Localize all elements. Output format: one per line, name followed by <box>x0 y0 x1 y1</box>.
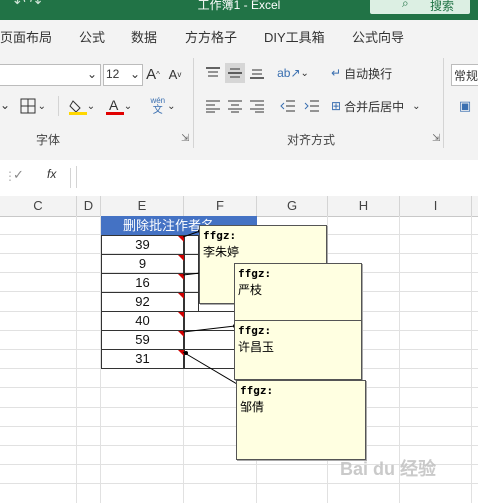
comment-indicator[interactable] <box>178 293 184 299</box>
svg-text:A: A <box>109 97 119 113</box>
comment-box[interactable]: ffgz: 严枝 <box>234 263 362 323</box>
watermark-logo: Bai du 经验 <box>340 459 437 479</box>
comment-text: 邹倩 <box>240 400 265 414</box>
tab-formula-wizard[interactable]: 公式向导 <box>352 27 404 46</box>
column-header-g[interactable]: G <box>257 196 328 216</box>
column-header-d[interactable]: D <box>77 196 101 216</box>
ribbon-tabs: 页面布局 公式 数据 方方格子 DIY工具箱 公式向导 <box>0 20 478 50</box>
tab-data[interactable]: 数据 <box>131 27 157 46</box>
merge-center-label: 合并后居中 <box>344 99 405 114</box>
table-cell-e3[interactable]: 9 <box>101 254 184 274</box>
align-middle-icon[interactable] <box>225 63 245 83</box>
comment-author: ffgz: <box>203 229 237 242</box>
paint-bucket-icon <box>68 100 87 115</box>
comment-box[interactable]: ffgz: 许昌玉 <box>234 320 362 380</box>
number-format-value: 常规 <box>454 69 478 83</box>
search-box[interactable]: ⌕ 搜索 <box>370 0 470 14</box>
chevron-down-icon: ⌄ <box>86 67 97 81</box>
tab-diy-toolbox[interactable]: DIY工具箱 <box>264 27 325 46</box>
font-size-value: 12 <box>106 67 120 81</box>
font-size-dropdown[interactable]: 12 ⌄ <box>103 64 143 86</box>
decrease-font-size-button[interactable]: Av <box>166 64 184 84</box>
table-cell-f5[interactable] <box>184 292 199 312</box>
font-name-dropdown[interactable]: ⌄ <box>0 64 101 86</box>
column-headers: C D E F G H I <box>0 196 478 217</box>
alignment-dialog-launcher-icon[interactable]: ⇲ <box>432 133 440 144</box>
table-cell-f6[interactable] <box>184 311 236 331</box>
comment-text: 李朱婷 <box>203 245 240 259</box>
comment-indicator[interactable] <box>178 255 184 261</box>
table-cell-e8[interactable]: 31 <box>101 349 184 369</box>
column-header-i[interactable]: I <box>400 196 472 216</box>
fill-color-button[interactable]: ⌄ <box>66 96 98 116</box>
column-header-h[interactable]: H <box>328 196 400 216</box>
comment-indicator[interactable] <box>178 274 184 280</box>
borders-button[interactable]: ⌄ <box>20 96 46 116</box>
formula-divider <box>70 168 71 188</box>
font-color-button[interactable]: A ⌄ <box>104 96 134 116</box>
table-cell-f3[interactable] <box>184 254 199 274</box>
search-label: 搜索 <box>430 0 455 13</box>
borders-icon <box>20 98 36 114</box>
column-header-e[interactable]: E <box>101 196 184 216</box>
comment-author: ffgz: <box>238 267 272 280</box>
tab-formulas[interactable]: 公式 <box>79 27 105 46</box>
comment-author: ffgz: <box>240 384 274 397</box>
table-cell-e5[interactable]: 92 <box>101 292 184 312</box>
column-header-c[interactable]: C <box>0 196 77 216</box>
table-cell-e7[interactable]: 59 <box>101 330 184 350</box>
wrap-text-icon: ↵ <box>331 66 342 80</box>
align-right-icon[interactable] <box>247 96 267 116</box>
orientation-button[interactable]: ab↗ ⌄ <box>277 63 309 83</box>
decrease-indent-icon[interactable] <box>278 96 298 116</box>
align-left-icon[interactable] <box>203 96 223 116</box>
table-cell-f2[interactable] <box>184 235 199 255</box>
comment-text: 严枝 <box>238 283 263 297</box>
merge-cells-icon: ⊞ <box>331 99 342 113</box>
chevron-down-icon: ⌄ <box>129 67 140 81</box>
font-shrink-label: A <box>168 66 178 82</box>
table-cell-e6[interactable]: 40 <box>101 311 184 331</box>
table-cell-e4[interactable]: 16 <box>101 273 184 293</box>
increase-indent-icon[interactable] <box>302 96 322 116</box>
confirm-icon[interactable]: ✓ <box>13 167 24 183</box>
search-icon: ⌕ <box>402 0 409 10</box>
chevron-down-icon[interactable]: ⌄ <box>0 98 10 112</box>
comment-indicator[interactable] <box>178 236 184 242</box>
pinyin-bottom: 文 <box>152 105 163 116</box>
currency-format-icon[interactable]: ▣ <box>455 96 475 116</box>
comment-indicator[interactable] <box>178 350 184 356</box>
align-top-icon[interactable] <box>203 63 223 83</box>
alignment-group-label: 对齐方式 <box>287 133 336 147</box>
table-cell-e2[interactable]: 39 <box>101 235 184 255</box>
title-bar: ↶ ↷ 工作簿1 - Excel ⌕ 搜索 <box>0 0 478 20</box>
comment-indicator[interactable] <box>178 331 184 337</box>
formula-input[interactable] <box>76 166 478 188</box>
comment-author: ffgz: <box>238 324 272 337</box>
table-cell-f7[interactable] <box>184 330 236 350</box>
table-cell-f4[interactable] <box>184 273 199 293</box>
font-dialog-launcher-icon[interactable]: ⇲ <box>181 133 189 144</box>
wrap-text-label: 自动换行 <box>344 66 393 81</box>
font-group-label: 字体 <box>36 133 61 147</box>
tab-ffgz[interactable]: 方方格子 <box>185 27 237 46</box>
comment-box[interactable]: ffgz: 邹倩 <box>236 380 366 460</box>
column-header-f[interactable]: F <box>184 196 257 216</box>
insert-function-icon[interactable]: fx <box>47 167 56 181</box>
increase-font-size-button[interactable]: A ^ <box>144 64 162 84</box>
comment-text: 许昌玉 <box>238 340 275 354</box>
font-grow-label: A <box>146 65 157 83</box>
font-color-icon: A <box>105 97 124 115</box>
tab-page-layout[interactable]: 页面布局 <box>0 27 52 46</box>
text-orientation-icon: ab↗ <box>277 66 301 80</box>
wrap-text-button[interactable]: ↵ 自动换行 <box>331 63 403 83</box>
phonetic-guide-button[interactable]: wén 文 ⌄ <box>148 93 178 119</box>
merge-center-button[interactable]: ⊞ 合并后居中 ⌄ <box>331 96 431 116</box>
table-cell-f8[interactable] <box>184 349 236 369</box>
number-format-dropdown[interactable]: 常规 <box>451 64 478 86</box>
align-bottom-icon[interactable] <box>247 63 267 83</box>
align-center-icon[interactable] <box>225 96 245 116</box>
comment-indicator[interactable] <box>178 312 184 318</box>
